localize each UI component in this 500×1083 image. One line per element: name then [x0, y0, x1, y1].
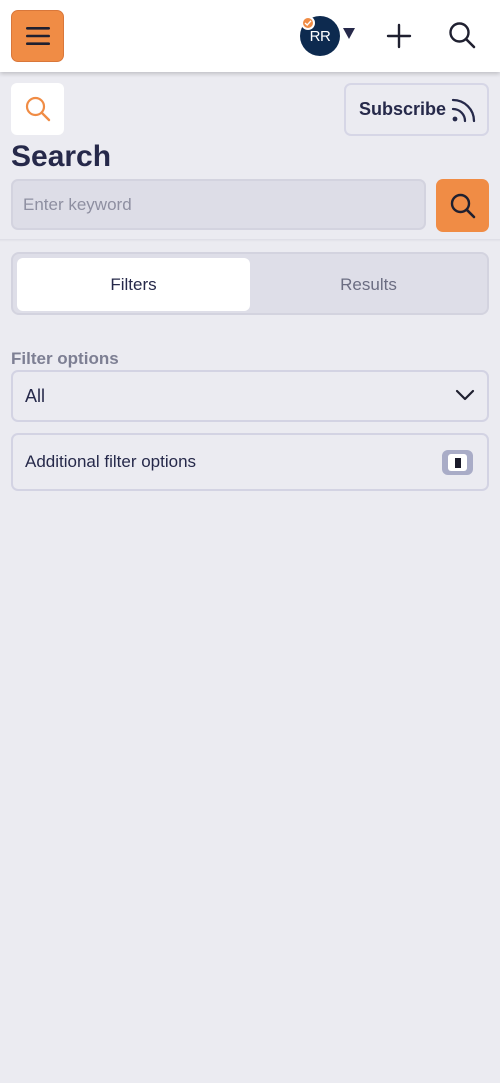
menu-button[interactable]	[11, 10, 64, 62]
tab-results[interactable]: Results	[252, 258, 485, 311]
toggle-knob	[448, 454, 467, 471]
chevron-down-icon	[455, 389, 475, 401]
caret-down-icon[interactable]	[343, 28, 355, 39]
add-button[interactable]	[385, 22, 413, 50]
tab-results-label: Results	[340, 274, 397, 294]
search-icon	[450, 193, 475, 218]
subscribe-label: Subscribe	[359, 99, 447, 119]
header-divider	[0, 239, 500, 242]
keyword-search-input[interactable]	[11, 179, 426, 230]
search-mode-button[interactable]	[11, 83, 64, 135]
rss-icon	[451, 98, 476, 123]
hamburger-icon	[25, 27, 50, 45]
plus-icon	[386, 23, 412, 49]
top-search-button[interactable]	[447, 20, 477, 50]
filter-options-select[interactable]: All	[11, 370, 489, 422]
search-icon	[25, 96, 50, 122]
tab-bar: Filters Results	[11, 252, 489, 315]
subscribe-button[interactable]: Subscribe	[344, 83, 489, 136]
filter-options-label: Filter options	[11, 349, 119, 368]
filter-selected-value: All	[25, 385, 46, 406]
search-submit-button[interactable]	[436, 179, 489, 232]
tab-filters[interactable]: Filters	[17, 258, 250, 311]
tab-filters-label: Filters	[110, 274, 157, 294]
additional-filter-options-row[interactable]: Additional filter options	[11, 433, 489, 491]
search-icon	[449, 22, 476, 49]
additional-filter-options-label: Additional filter options	[25, 452, 197, 471]
check-badge-icon	[301, 16, 315, 30]
top-app-bar: RR	[0, 0, 500, 72]
page-title: Search	[11, 140, 112, 173]
avatar-initials: RR	[309, 27, 331, 45]
additional-filter-toggle[interactable]	[442, 450, 473, 475]
